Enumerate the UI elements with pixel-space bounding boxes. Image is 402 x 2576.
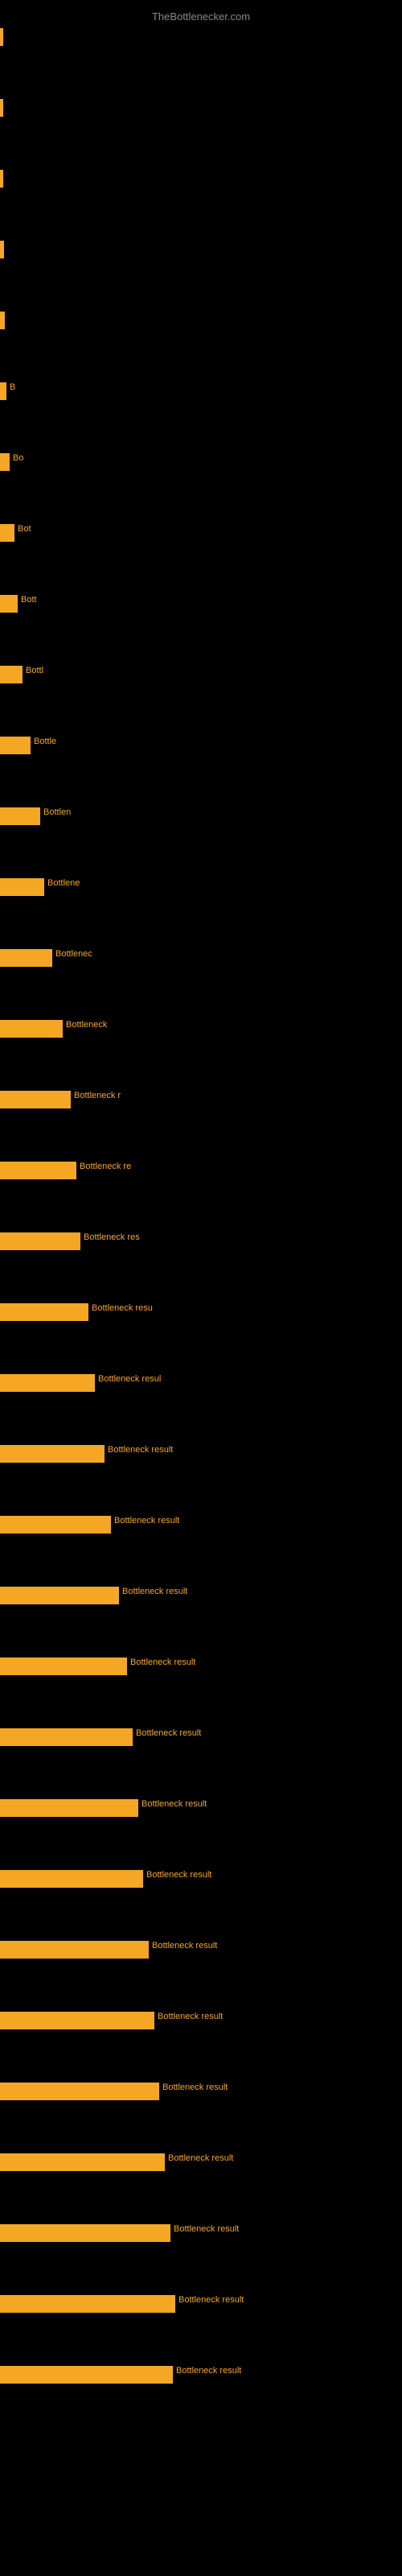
bar-label: Bottleneck result xyxy=(138,1799,207,1809)
bar-label: Bottleneck result xyxy=(143,1870,211,1880)
bar xyxy=(0,2012,154,2029)
bar-row: Bottleneck res xyxy=(0,1228,402,1299)
bar-row: Bottleneck re xyxy=(0,1158,402,1228)
bar-label: Bottleneck result xyxy=(127,1657,195,1667)
bar-row: Bottleneck result xyxy=(0,1512,402,1583)
bar-label: Bottleneck re xyxy=(76,1162,131,1171)
bar-row: Bottlene xyxy=(0,874,402,945)
bar-label: Bottlene xyxy=(44,878,80,888)
bar xyxy=(0,1870,143,1888)
bar-row: Bott xyxy=(0,591,402,662)
bar xyxy=(0,382,6,400)
bar-row: Bottleneck result xyxy=(0,1441,402,1512)
bar xyxy=(0,949,52,967)
bar xyxy=(0,1587,119,1604)
bar-row xyxy=(0,95,402,166)
bars-container: B Bo Bot Bott Bottl Bottle Bottlen Bottlene Bott… xyxy=(0,24,402,2433)
bar-label: Bottleneck res xyxy=(80,1232,140,1242)
bar-label: Bottleneck result xyxy=(159,2083,228,2092)
bar xyxy=(0,1020,63,1038)
bar-row: Bottleneck result xyxy=(0,1795,402,1866)
bar-row: Bottleneck xyxy=(0,1016,402,1087)
bar xyxy=(0,170,3,188)
bar xyxy=(0,1941,149,1959)
bar-label: Bottleneck resu xyxy=(88,1303,153,1313)
bar xyxy=(0,453,10,471)
bar xyxy=(0,2295,175,2313)
bar xyxy=(0,1303,88,1321)
bar xyxy=(0,1232,80,1250)
bar-label: Bottleneck result xyxy=(173,2366,241,2376)
bar-label: Bott xyxy=(18,595,37,605)
bar xyxy=(0,2083,159,2100)
bar-label: Bottleneck resul xyxy=(95,1374,161,1384)
bar-label: Bo xyxy=(10,453,23,463)
bar-row: Bottleneck result xyxy=(0,1653,402,1724)
bar-row: Bottleneck result xyxy=(0,2220,402,2291)
bar-row: Bottleneck result xyxy=(0,2149,402,2220)
bar xyxy=(0,99,3,117)
bar xyxy=(0,1374,95,1392)
bar-row xyxy=(0,24,402,95)
bar-row xyxy=(0,166,402,237)
bar-row: Bottleneck resul xyxy=(0,1370,402,1441)
bar-row: Bo xyxy=(0,449,402,520)
bar xyxy=(0,1728,133,1746)
bar-label: Bottl xyxy=(23,666,43,675)
bar-row: Bottleneck resu xyxy=(0,1299,402,1370)
bar xyxy=(0,524,14,542)
bar xyxy=(0,1657,127,1675)
bar-label: Bot xyxy=(14,524,31,534)
bar-row: B xyxy=(0,378,402,449)
bar xyxy=(0,2366,173,2384)
bar xyxy=(0,1445,105,1463)
bar-row xyxy=(0,237,402,308)
bar-row xyxy=(0,308,402,378)
bar-row: Bottleneck result xyxy=(0,1724,402,1795)
bar-row: Bottleneck result xyxy=(0,2362,402,2433)
bar xyxy=(0,2153,165,2171)
bar-row: Bot xyxy=(0,520,402,591)
bar xyxy=(0,595,18,613)
bar-row: Bottleneck result xyxy=(0,2291,402,2362)
bar xyxy=(0,878,44,896)
bar-label: Bottleneck result xyxy=(170,2224,239,2234)
bar-label: Bottleneck xyxy=(63,1020,107,1030)
bar xyxy=(0,1516,111,1534)
bar-row: Bottleneck r xyxy=(0,1087,402,1158)
bar xyxy=(0,28,3,46)
bar-label: Bottleneck result xyxy=(119,1587,187,1596)
bar-row: Bottleneck result xyxy=(0,1937,402,2008)
bar xyxy=(0,1091,71,1108)
bar-row: Bottleneck result xyxy=(0,2008,402,2079)
bar-label: Bottleneck result xyxy=(149,1941,217,1951)
bar-label: Bottleneck result xyxy=(175,2295,244,2305)
bar-label: Bottleneck result xyxy=(111,1516,179,1525)
bar xyxy=(0,666,23,683)
bar-label: Bottleneck result xyxy=(133,1728,201,1738)
bar xyxy=(0,1799,138,1817)
bar-row: Bottleneck result xyxy=(0,1866,402,1937)
bar-row: Bottlenec xyxy=(0,945,402,1016)
bar-label: Bottleneck result xyxy=(105,1445,173,1455)
bar-label: Bottlen xyxy=(40,807,71,817)
bar xyxy=(0,807,40,825)
bar xyxy=(0,737,31,754)
bar-row: Bottle xyxy=(0,733,402,803)
bar-label: Bottleneck result xyxy=(154,2012,223,2021)
bar xyxy=(0,312,5,329)
bar-label: Bottle xyxy=(31,737,56,746)
bar xyxy=(0,241,4,258)
bar-row: Bottl xyxy=(0,662,402,733)
bar-label: Bottleneck result xyxy=(165,2153,233,2163)
bar-row: Bottleneck result xyxy=(0,1583,402,1653)
bar-label: Bottlenec xyxy=(52,949,92,959)
bar-row: Bottlen xyxy=(0,803,402,874)
bar xyxy=(0,2224,170,2242)
bar-label: Bottleneck r xyxy=(71,1091,121,1100)
bar xyxy=(0,1162,76,1179)
bar-label: B xyxy=(6,382,15,392)
bar-row: Bottleneck result xyxy=(0,2079,402,2149)
